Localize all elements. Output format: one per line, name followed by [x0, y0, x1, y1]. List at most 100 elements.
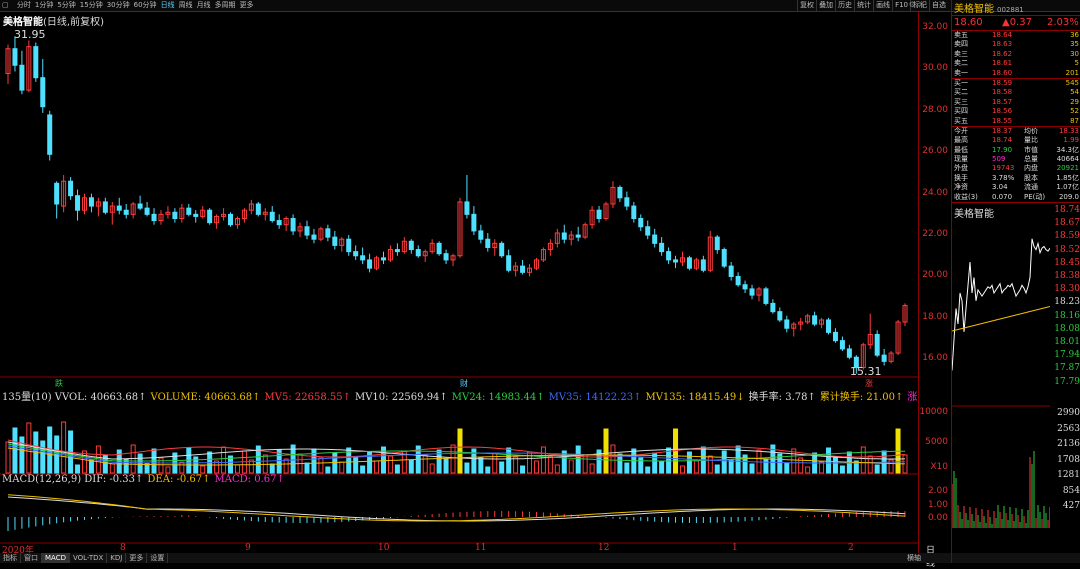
candle-body: [123, 209, 129, 215]
candle-body: [269, 211, 275, 222]
volume-bar: [478, 457, 484, 474]
macd-indicator-1: DEA: -0.67↑: [147, 474, 211, 485]
volume-bar: [679, 465, 685, 474]
candle-body: [652, 234, 658, 244]
candle-body: [812, 315, 818, 325]
volume-bar: [81, 450, 87, 474]
intraday-mini-chart[interactable]: 美格智能 18.74 18.67 18.59 18.52 18.45 18.38 18.30…: [952, 203, 1080, 530]
volume-bar: [450, 444, 456, 474]
event-marker[interactable]: 跌: [55, 378, 63, 388]
stat-value: 1.07亿: [1056, 183, 1079, 192]
mini-volume-tick: 2563: [1057, 423, 1080, 434]
price-tick: 24.00: [922, 187, 948, 198]
candle-body: [367, 259, 373, 269]
mini-price-tick: 18.74: [1054, 205, 1080, 216]
mini-price-tick: 18.01: [1054, 337, 1080, 348]
volume-bar: [360, 465, 366, 474]
tab-10[interactable]: 更多: [238, 0, 256, 11]
indicator-tab-4[interactable]: KDJ: [107, 553, 127, 563]
tool-5[interactable]: F10: [892, 0, 910, 11]
volume-bar: [387, 455, 393, 474]
tool-3[interactable]: 统计: [854, 0, 873, 11]
indicator-tab-1[interactable]: 窗口: [21, 553, 42, 563]
stat-value: 3.78%: [992, 173, 1015, 182]
candle-body: [874, 333, 880, 356]
tool-1[interactable]: 叠加: [816, 0, 835, 11]
order-level: 卖三: [954, 49, 968, 58]
candle-body: [464, 201, 470, 215]
candle-body: [721, 249, 727, 267]
stat-label: 换手: [954, 173, 968, 182]
macd-indicator-0: MACD(12,26,9) DIF: -0.33↑: [2, 474, 144, 485]
close-icon[interactable]: ✕: [918, 0, 925, 9]
axis-toggle[interactable]: 横轴: [904, 553, 924, 563]
candle-body: [700, 259, 706, 271]
tab-9[interactable]: 多周期: [213, 0, 238, 11]
orderbook-row: 买四 18.56 52: [952, 107, 1080, 116]
indicator-tab-6[interactable]: 设置: [147, 553, 169, 563]
tab-6[interactable]: 日线: [159, 0, 177, 11]
volume-bar: [749, 463, 755, 474]
tab-7[interactable]: 周线: [177, 0, 195, 11]
orderbook-row: 买三 18.57 29: [952, 98, 1080, 107]
candle-body: [68, 180, 74, 197]
stat-label: 市值: [1024, 145, 1038, 154]
tab-3[interactable]: 15分钟: [78, 0, 105, 11]
volume-bar: [429, 463, 435, 474]
order-volume: 54: [1070, 88, 1079, 97]
candle-body: [40, 77, 46, 108]
candle-body: [839, 340, 845, 350]
tab-5[interactable]: 60分钟: [132, 0, 159, 11]
volume-bar: [527, 451, 533, 474]
tool-4[interactable]: 画线: [873, 0, 892, 11]
candle-body: [561, 232, 567, 240]
tool-7[interactable]: 自选: [929, 0, 948, 11]
event-marker[interactable]: 涨: [865, 378, 873, 388]
order-volume: 201: [1065, 68, 1079, 77]
toolbar-icon[interactable]: ▢: [0, 0, 11, 11]
volume-bar: [137, 453, 143, 474]
candle-body: [784, 319, 790, 329]
tool-2[interactable]: 历史: [835, 0, 854, 11]
candle-body: [575, 234, 581, 238]
mini-price-tick: 18.52: [1054, 244, 1080, 255]
vol-indicator-8: 累计换手: 21.00↑: [819, 392, 904, 403]
tool-0[interactable]: 复权: [797, 0, 816, 11]
candle-body: [102, 201, 108, 213]
candle-body: [193, 213, 199, 217]
tab-4[interactable]: 30分钟: [105, 0, 132, 11]
indicator-tab-3[interactable]: VOL-TDX: [70, 553, 108, 563]
volume-bar: [443, 458, 449, 474]
price-tick: 28.00: [922, 104, 948, 115]
volume-bar: [582, 454, 588, 474]
candle-body: [415, 249, 421, 257]
orderbook-row: 卖三 18.62 30: [952, 50, 1080, 59]
indicator-tab-5[interactable]: 更多: [126, 553, 148, 563]
volume-bar: [158, 457, 164, 474]
candle-body: [846, 348, 852, 358]
mini-avg-line: [952, 306, 1050, 332]
tab-0[interactable]: 分时: [15, 0, 33, 11]
vol-indicator-2: MV5: 22658.55↑: [264, 392, 351, 403]
candle-body: [714, 236, 720, 251]
candle-body: [325, 228, 331, 238]
stat-label: 内盘: [1024, 164, 1038, 173]
tool-buttons: 复权 叠加 历史 统计 画线 F10 标记 自选: [797, 0, 948, 11]
macd-indicator-2: MACD: 0.67↑: [214, 474, 285, 485]
stock-code: 002881: [997, 6, 1024, 14]
stats-row: 今开 18.37 均价 18.33: [952, 127, 1080, 136]
window-controls: ⚙ ✕: [909, 0, 925, 9]
stat-value: 19743: [992, 164, 1015, 173]
tab-8[interactable]: 月线: [195, 0, 213, 11]
gear-icon[interactable]: ⚙: [909, 0, 916, 9]
event-marker[interactable]: 财: [460, 378, 468, 388]
order-volume: 36: [1070, 31, 1079, 39]
tab-2[interactable]: 5分钟: [55, 0, 77, 11]
tab-1[interactable]: 1分钟: [33, 0, 55, 11]
indicator-tab-2[interactable]: MACD: [42, 553, 70, 563]
volume-bar: [394, 464, 400, 474]
orderbook-row: 买一 18.59 545: [952, 79, 1080, 88]
volume-bar: [464, 462, 470, 474]
indicator-tab-0[interactable]: 指标: [0, 553, 21, 563]
price-tick: 30.00: [922, 63, 948, 74]
